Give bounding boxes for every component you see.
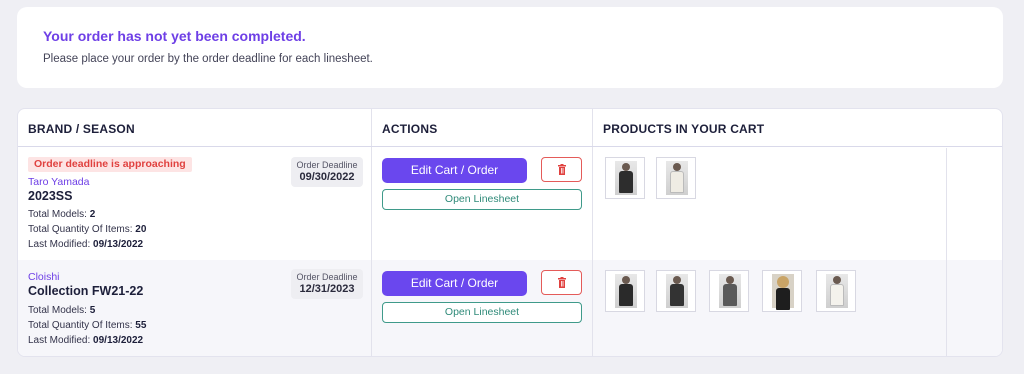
notice-text: Please place your order by the order dea… [43, 53, 373, 65]
product-thumbnail[interactable] [709, 270, 749, 312]
modified-value: 09/13/2022 [93, 335, 144, 346]
deadline-label: Order Deadline [296, 160, 358, 170]
models-label: Total Models: [28, 305, 87, 316]
open-linesheet-button[interactable]: Open Linesheet [382, 189, 582, 210]
quantity-value: 55 [135, 320, 147, 331]
order-summary: Total Models: 2 Total Quantity Of Items:… [28, 207, 146, 252]
order-incomplete-notice: Your order has not yet been completed. P… [17, 7, 1003, 88]
deadline-date: 09/30/2022 [299, 171, 355, 183]
deadline-label: Order Deadline [296, 272, 358, 282]
modified-label: Last Modified: [28, 335, 91, 346]
quantity-label: Total Quantity Of Items: [28, 320, 133, 331]
models-value: 5 [89, 305, 96, 316]
trash-icon [557, 277, 566, 288]
product-thumbnail[interactable] [656, 157, 696, 199]
quantity-label: Total Quantity Of Items: [28, 224, 133, 235]
modified-label: Last Modified: [28, 239, 91, 250]
edit-cart-button[interactable]: Edit Cart / Order [382, 271, 527, 296]
trash-icon [557, 164, 566, 175]
deadline-warning-badge: Order deadline is approaching [28, 157, 192, 172]
column-divider [946, 148, 947, 356]
brand-link[interactable]: Cloishi [28, 271, 60, 283]
deadline-date: 12/31/2023 [299, 283, 355, 295]
season-title: 2023SS [28, 189, 73, 203]
open-linesheet-button[interactable]: Open Linesheet [382, 302, 582, 323]
models-value: 2 [89, 209, 96, 220]
notice-title: Your order has not yet been completed. [43, 28, 306, 44]
models-label: Total Models: [28, 209, 87, 220]
delete-button[interactable] [541, 270, 582, 295]
order-deadline: Order Deadline 12/31/2023 [291, 269, 363, 299]
order-deadline: Order Deadline 09/30/2022 [291, 157, 363, 187]
product-thumbnail[interactable] [656, 270, 696, 312]
product-thumbnail[interactable] [605, 270, 645, 312]
order-summary: Total Models: 5 Total Quantity Of Items:… [28, 303, 146, 348]
product-thumbnail[interactable] [762, 270, 802, 312]
delete-button[interactable] [541, 157, 582, 182]
header-actions: ACTIONS [382, 122, 438, 136]
header-brand-season: BRAND / SEASON [28, 122, 135, 136]
edit-cart-button[interactable]: Edit Cart / Order [382, 158, 527, 183]
quantity-value: 20 [135, 224, 147, 235]
table-header: BRAND / SEASON ACTIONS PRODUCTS IN YOUR … [18, 109, 1002, 147]
product-thumbnail[interactable] [605, 157, 645, 199]
season-title: Collection FW21-22 [28, 284, 144, 298]
product-thumbnail[interactable] [816, 270, 856, 312]
modified-value: 09/13/2022 [93, 239, 144, 250]
brand-link[interactable]: Taro Yamada [28, 176, 89, 188]
header-products: PRODUCTS IN YOUR CART [603, 122, 765, 136]
orders-table: BRAND / SEASON ACTIONS PRODUCTS IN YOUR … [17, 108, 1003, 357]
